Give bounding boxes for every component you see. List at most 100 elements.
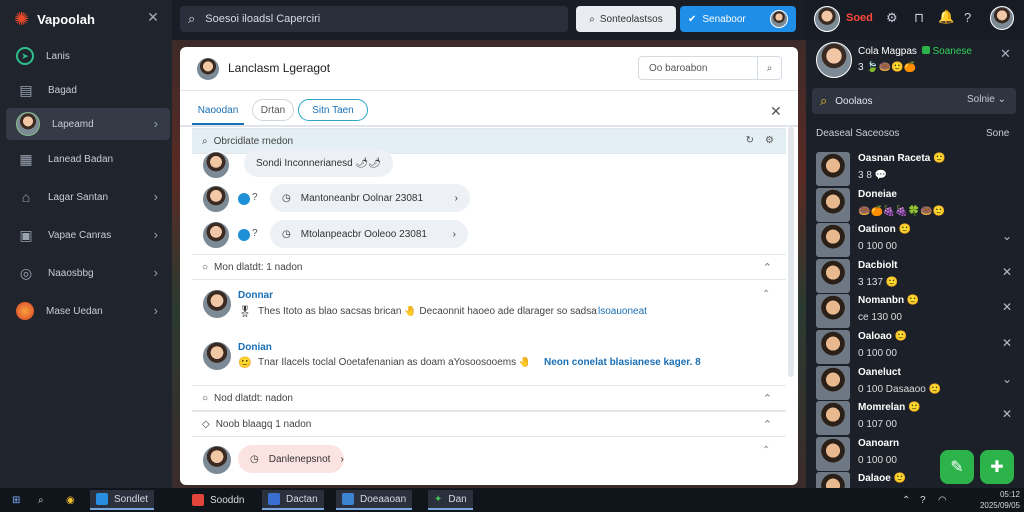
- lock-icon[interactable]: ⊓: [914, 10, 924, 26]
- close-icon[interactable]: ✕: [770, 103, 782, 120]
- message-pill[interactable]: ◷ Mtolanpeacbr Ooleoo 23081 ›: [270, 220, 468, 248]
- secondary-button[interactable]: ⌕ Sonteolastsos: [576, 6, 676, 32]
- channel-row[interactable]: Dacbiolt 3 137 🙂 ✕: [814, 257, 1018, 293]
- chat-pill[interactable]: Sondi Inconnerianesd 🌶🌶: [244, 149, 393, 177]
- browser-button[interactable]: ◉: [60, 490, 81, 510]
- chevron-down-icon[interactable]: ⌄: [1002, 372, 1012, 386]
- sidebar-item-lagar-santan[interactable]: ⌂ Lagar Santan ›: [6, 181, 170, 213]
- tab-naoodan[interactable]: Naoodan: [192, 97, 244, 125]
- clock[interactable]: 05:12 2025/09/05: [956, 489, 1020, 511]
- modal-header: Lanclasm Lgeragot Oo baroabon ⌕: [180, 47, 798, 91]
- wifi-icon[interactable]: ◠: [932, 490, 953, 510]
- settings-icon[interactable]: ⚙: [765, 135, 774, 146]
- channel-search-input[interactable]: ⌕ Ooolaos Solnie ⌄: [812, 88, 1016, 114]
- sidebar-item-label: Lapeamd: [52, 118, 94, 130]
- sidebar-item-label: Mase Uedan: [46, 305, 103, 317]
- app-icon: ✦: [434, 493, 443, 505]
- help-icon[interactable]: ?: [964, 10, 971, 25]
- sidebar-item-lapeamd[interactable]: Lapeamd ›: [6, 108, 170, 140]
- bell-icon: ◇: [202, 418, 210, 430]
- search-input[interactable]: ⌕ Soesoi iloadsl Caperciri: [180, 6, 568, 32]
- avatar: [202, 151, 230, 179]
- tab-drtan[interactable]: Drtan: [252, 99, 294, 121]
- tab-sitn-taen[interactable]: Sitn Taen: [298, 99, 368, 121]
- edit-button[interactable]: ✎: [940, 450, 974, 484]
- channel-row[interactable]: Oaloao 🙂 0 100 00 ✕: [814, 328, 1018, 364]
- time-text: 05:12: [999, 490, 1020, 499]
- post-text: Tnar Ilacels toclal Ooetafenanian as doa…: [258, 357, 532, 368]
- search-icon[interactable]: ⌕: [757, 57, 781, 79]
- brand[interactable]: ✺ Vapoolah: [14, 8, 95, 30]
- taskbar-item[interactable]: ✦ Dan: [428, 490, 473, 510]
- sidebar-item-lanead-badan[interactable]: ▦ Lanead Badan: [6, 143, 170, 175]
- post-author[interactable]: Donian: [238, 342, 272, 353]
- info-icon: ?: [252, 192, 258, 203]
- taskbar-item[interactable]: Doeaaoan: [336, 490, 413, 510]
- channel-row[interactable]: Oasnan Raceta 🙂 3 8 💬: [814, 150, 1018, 186]
- bell-icon[interactable]: 🔔: [938, 9, 954, 25]
- avatar: [816, 187, 850, 222]
- close-icon[interactable]: ✕: [145, 9, 161, 25]
- top-right-bar: Soed ⚙ ⊓ 🔔 ?: [806, 0, 1024, 40]
- taskbar-item[interactable]: Dactan: [262, 490, 324, 510]
- chevron-down-icon[interactable]: ⌄: [1002, 229, 1012, 243]
- avatar: [202, 221, 230, 249]
- clock-icon: ◷: [282, 228, 291, 240]
- avatar: [202, 341, 232, 371]
- taskbar-label: Sooddn: [210, 494, 245, 506]
- start-button[interactable]: ⊞: [6, 490, 26, 510]
- sidebar-item-mase-uedan[interactable]: Mase Uedan ›: [6, 295, 170, 327]
- channel-name: Oaneluct: [858, 366, 901, 378]
- sidebar-item-lanis[interactable]: ➤ Lanis: [6, 40, 170, 72]
- sidebar-item-vapae-canras[interactable]: ▣ Vapae Canras ›: [6, 219, 170, 251]
- channel-row[interactable]: Nomanbn 🙂 ce 130 00 ✕: [814, 292, 1018, 329]
- globe-icon: ◎: [19, 264, 33, 281]
- close-icon[interactable]: ✕: [1000, 46, 1011, 62]
- taskbar-label: Doeaaoan: [360, 493, 407, 505]
- sidebar-item-naaosbbg[interactable]: ◎ Naaosbbg ›: [6, 257, 170, 289]
- scrollbar[interactable]: [788, 127, 794, 377]
- channel-row[interactable]: Momrelan 🙂 0 107 00 ✕: [814, 399, 1018, 436]
- sidebar-item-bagad[interactable]: ▤ Bagad: [6, 74, 170, 106]
- avatar: [816, 294, 850, 329]
- request-pill[interactable]: ◷ Danlenepsnot ›: [238, 445, 344, 473]
- add-chat-button[interactable]: ✚: [980, 450, 1014, 484]
- search-icon: ⌕: [820, 93, 828, 108]
- primary-button[interactable]: ✔ Senaboor: [680, 6, 796, 32]
- section-header[interactable]: ○ Nod dlatdt: nadon ⌃: [192, 385, 786, 411]
- modal-search-input[interactable]: Oo baroabon ⌕: [638, 56, 782, 80]
- sort-dropdown[interactable]: Solnie ⌄: [967, 94, 1006, 105]
- channel-row[interactable]: Oatinon 🙂 0 100 00 ⌄: [814, 221, 1018, 258]
- close-icon[interactable]: ✕: [1002, 300, 1012, 314]
- taskbar-item[interactable]: Sooddn: [186, 490, 250, 510]
- close-icon[interactable]: ✕: [1002, 336, 1012, 350]
- section-header[interactable]: ○ Mon dlatdt: 1 nadon ⌃: [192, 254, 786, 280]
- refresh-icon[interactable]: ↻: [746, 135, 754, 146]
- gear-icon[interactable]: ⚙: [886, 10, 898, 26]
- post-link[interactable]: lsoauoneat: [598, 306, 647, 317]
- channel-subtitle: 🍩🍊🍇🍇🍀🍩🙂: [858, 205, 946, 217]
- compass-icon: ➤: [16, 47, 34, 65]
- avatar: [816, 42, 852, 78]
- close-icon[interactable]: ✕: [1002, 265, 1012, 279]
- message-pill[interactable]: ◷ Mantoneanbr Oolnar 23081 ›: [270, 184, 470, 212]
- channel-subtitle: 0 100 00: [858, 241, 897, 253]
- fire-icon: [16, 302, 34, 320]
- post-link[interactable]: Neon conelat blasianese kager. 8: [544, 357, 720, 368]
- close-icon[interactable]: ✕: [1002, 407, 1012, 421]
- right-panel: Cola Magpas Soanese 3 🍃🍩🙂🍊 ✕ ⌕ Ooolaos S…: [806, 40, 1024, 507]
- channel-name: Dalaoe 🙂: [858, 473, 907, 485]
- channel-row[interactable]: Oaneluct 0 100 Dasaaoo 🙂 ⌄: [814, 364, 1018, 400]
- user-avatar[interactable]: [814, 6, 840, 32]
- chevron-up-icon: ⌃: [762, 445, 771, 456]
- reaction-icon: 🎖: [238, 306, 252, 318]
- help-icon[interactable]: ?: [914, 490, 932, 510]
- taskbar-item[interactable]: Sondlet: [90, 490, 154, 510]
- channel-row[interactable]: Doneiae 🍩🍊🍇🍇🍀🍩🙂: [814, 186, 1018, 222]
- post-author[interactable]: Donnar: [238, 290, 273, 301]
- channel-subtitle: 0 100 Dasaaoo 🙂: [858, 383, 942, 395]
- section-header[interactable]: ◇ Noob blaagq 1 nadon ⌃: [192, 411, 786, 437]
- profile-avatar[interactable]: [990, 6, 1014, 30]
- search-button[interactable]: ⌕: [32, 490, 50, 510]
- section-title: Noob blaagq 1 nadon: [215, 418, 312, 430]
